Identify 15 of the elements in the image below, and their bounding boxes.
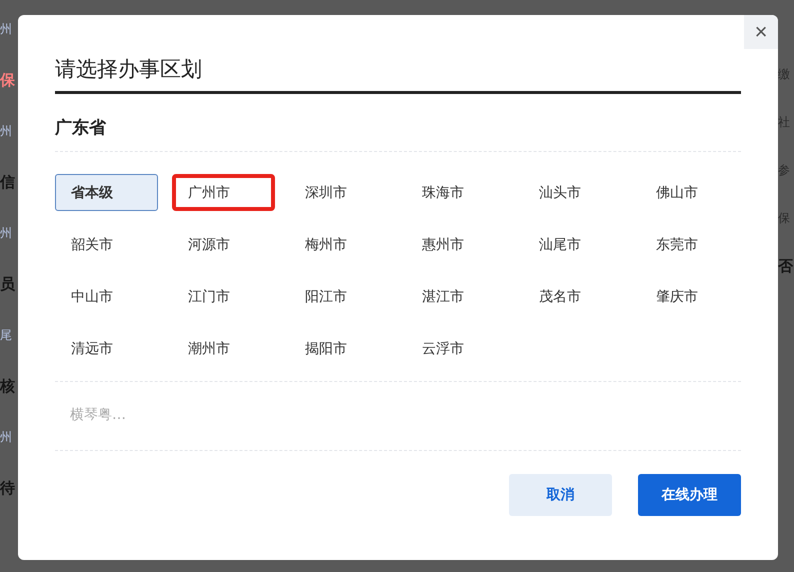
- close-button[interactable]: ×: [744, 15, 778, 49]
- background-text: 州: [0, 429, 13, 446]
- background-text: 员: [0, 275, 16, 293]
- background-text: 州: [0, 21, 13, 38]
- background-text: 州: [0, 123, 13, 140]
- background-text: 否: [778, 257, 794, 275]
- background-text: 待: [0, 479, 16, 497]
- background-text: 尾: [0, 327, 13, 344]
- province-heading: 广东省: [55, 116, 741, 152]
- cancel-button[interactable]: 取消: [509, 474, 612, 516]
- background-text: 州: [0, 225, 13, 242]
- region-option[interactable]: 省本级: [55, 174, 158, 211]
- region-option[interactable]: 广州市: [172, 174, 275, 211]
- dialog-title: 请选择办事区划: [55, 55, 741, 94]
- confirm-button[interactable]: 在线办理: [638, 474, 741, 516]
